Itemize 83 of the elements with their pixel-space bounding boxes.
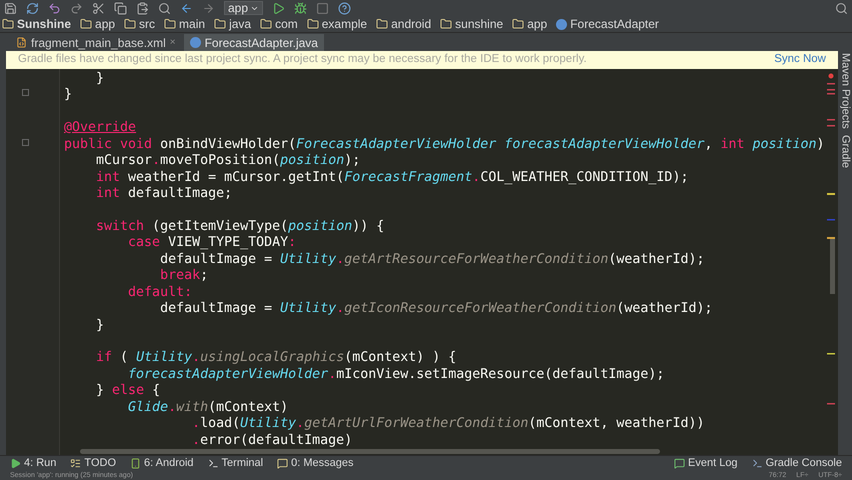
terminal-icon bbox=[208, 458, 219, 469]
message-icon bbox=[277, 458, 288, 469]
breadcrumb-item[interactable]: java bbox=[229, 15, 252, 33]
code-line: Glide.with(mContext) bbox=[127, 400, 290, 416]
list-icon bbox=[70, 458, 82, 469]
folder-icon bbox=[2, 18, 14, 30]
code-line: .load(Utility.getArtUrlForWeatherCondition(mContext, weatherId)) bbox=[191, 416, 706, 433]
debug-icon[interactable] bbox=[294, 2, 308, 14]
code-line: @Override bbox=[63, 120, 138, 137]
save-icon[interactable] bbox=[4, 2, 17, 14]
breadcrumb-item[interactable]: example bbox=[322, 15, 368, 33]
tool-window-tab[interactable]: Terminal bbox=[222, 455, 264, 472]
tool-window-tab[interactable]: 4: Run bbox=[24, 455, 56, 472]
folder-icon bbox=[306, 18, 319, 30]
code-line: public void onBindViewHolder(ForecastAdapterViewHolder forecastAdapterViewHolder, int position) bbox=[63, 136, 824, 154]
breadcrumb-item[interactable]: sunshine bbox=[455, 15, 504, 33]
redo-icon[interactable] bbox=[70, 2, 83, 14]
message-icon bbox=[674, 458, 686, 469]
run-icon[interactable] bbox=[272, 2, 286, 14]
code-line: .error(defaultImage) bbox=[191, 432, 354, 450]
editor-tab[interactable]: ForecastAdapter.java bbox=[184, 34, 324, 51]
folder-icon bbox=[260, 18, 272, 30]
breadcrumb-item[interactable]: src bbox=[139, 15, 156, 33]
folder-icon bbox=[214, 18, 226, 30]
folder-icon bbox=[376, 18, 388, 30]
xml-file-icon bbox=[16, 37, 27, 48]
breadcrumb-item[interactable]: com bbox=[275, 15, 298, 33]
sync-icon[interactable] bbox=[26, 2, 39, 14]
code-line: } bbox=[95, 71, 106, 88]
breadcrumb-item[interactable]: Sunshine bbox=[17, 15, 72, 33]
search-icon[interactable] bbox=[158, 2, 171, 14]
breadcrumb-item[interactable]: main bbox=[179, 15, 206, 33]
tool-window-tab[interactable]: Maven Projects bbox=[836, 53, 852, 129]
forward-icon[interactable] bbox=[202, 2, 215, 14]
tool-window-tab[interactable]: Gradle Console bbox=[766, 455, 842, 472]
code-line: default: bbox=[127, 284, 194, 302]
search-icon[interactable] bbox=[835, 2, 848, 14]
code-line: } bbox=[63, 87, 74, 104]
play-icon bbox=[10, 458, 21, 469]
console-icon bbox=[752, 458, 763, 469]
class-icon bbox=[190, 37, 201, 48]
folder-icon bbox=[80, 18, 92, 30]
help-icon[interactable] bbox=[338, 2, 352, 14]
copy-icon[interactable] bbox=[114, 2, 127, 14]
code-line: switch (getItemViewType(position)) { bbox=[95, 218, 386, 236]
tool-window-tab[interactable]: 6: Android bbox=[144, 455, 194, 472]
undo-icon[interactable] bbox=[48, 2, 61, 14]
tool-window-tab[interactable]: Gradle bbox=[836, 134, 852, 168]
code-line: int defaultImage; bbox=[95, 186, 234, 202]
breadcrumb-item[interactable]: app bbox=[95, 15, 116, 33]
folder-icon bbox=[512, 18, 524, 30]
folder-icon bbox=[124, 18, 136, 30]
code-line: if ( Utility.usingLocalGraphics(mContext) ) { bbox=[95, 350, 458, 367]
code-line: } bbox=[95, 318, 106, 334]
code-line: forecastAdapterViewHolder.mIconView.setImageResource(defaultImage); bbox=[127, 366, 666, 384]
code-line: mCursor.moveToPosition(position); bbox=[95, 153, 362, 170]
breadcrumb-item[interactable]: android bbox=[391, 15, 432, 33]
tool-window-tab[interactable]: 0: Messages bbox=[291, 455, 354, 472]
tab-label: ForecastAdapter.java bbox=[204, 34, 318, 52]
code-line: } else { bbox=[95, 383, 162, 400]
class-icon bbox=[556, 18, 568, 30]
cut-icon[interactable] bbox=[92, 2, 105, 14]
sync-now-link[interactable]: Sync Now bbox=[774, 51, 826, 69]
tool-window-tab[interactable]: TODO bbox=[84, 455, 116, 472]
back-icon[interactable] bbox=[180, 2, 193, 14]
code-line: case VIEW_TYPE_TODAY: bbox=[127, 235, 298, 252]
code-line: defaultImage = Utility.getArtResourceForWeatherCondition(weatherId); bbox=[159, 252, 706, 268]
horizontal-scrollbar[interactable] bbox=[80, 449, 660, 454]
folder-icon bbox=[440, 18, 452, 30]
tab-label: fragment_main_base.xml bbox=[31, 34, 166, 52]
sync-message: Gradle files have changed since last project sync. A project sync may be necessary for the IDE to work properly. bbox=[18, 52, 587, 68]
code-line: defaultImage = Utility.getIconResourceForWeatherCondition(weatherId); bbox=[159, 301, 714, 318]
tool-window-tab[interactable]: Event Log bbox=[688, 455, 738, 472]
breadcrumb-item[interactable]: app bbox=[527, 15, 548, 33]
breadcrumb-item[interactable]: ForecastAdapter bbox=[570, 15, 659, 33]
paste-icon[interactable] bbox=[136, 2, 149, 14]
folder-icon bbox=[164, 18, 176, 30]
run-config-dropdown[interactable]: app bbox=[224, 1, 264, 15]
code-line: int weatherId = mCursor.getInt(ForecastFragment.COL_WEATHER_CONDITION_ID); bbox=[95, 170, 690, 186]
fold-icon[interactable] bbox=[22, 89, 29, 96]
code-line: break; bbox=[159, 268, 210, 285]
fold-icon[interactable] bbox=[22, 139, 29, 146]
stop-icon[interactable] bbox=[316, 2, 330, 14]
